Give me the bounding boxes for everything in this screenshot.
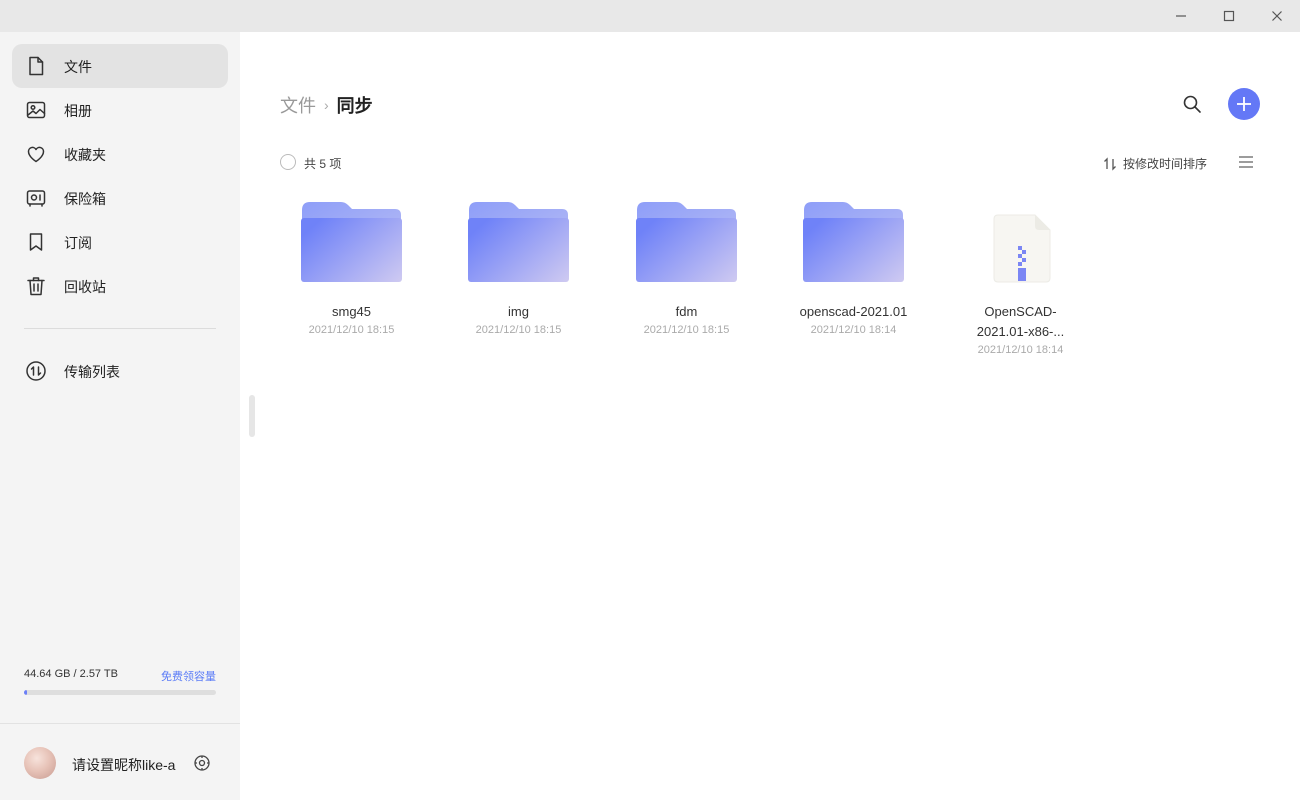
file-date: 2021/12/10 18:15 bbox=[475, 324, 562, 336]
sidebar: 文件 相册 收藏夹 保险箱 订阅 回收站 传输列表 44.64 GB / 2.5… bbox=[0, 32, 240, 800]
zip-file-icon bbox=[993, 214, 1051, 283]
folder-icon bbox=[803, 202, 904, 282]
file-name: OpenSCAD- 2021.01-x86-... bbox=[976, 304, 1065, 339]
sidebar-item-subscriptions[interactable]: 订阅 bbox=[12, 220, 228, 264]
storage-usage: 44.64 GB / 2.57 TB bbox=[24, 668, 118, 680]
minimize-button[interactable] bbox=[1158, 0, 1204, 32]
breadcrumb: 文件 › 同步 bbox=[280, 92, 373, 118]
heart-icon bbox=[25, 143, 47, 165]
close-button[interactable] bbox=[1254, 0, 1300, 32]
sidebar-item-label: 文件 bbox=[64, 59, 92, 75]
transfer-icon bbox=[25, 360, 47, 382]
sort-label: 按修改时间排序 bbox=[1123, 157, 1208, 171]
file-icon bbox=[25, 55, 47, 77]
file-item[interactable]: openscad-2021.01 2021/12/10 18:14 bbox=[770, 192, 937, 372]
file-date: 2021/12/10 18:14 bbox=[810, 324, 897, 336]
sidebar-item-transfer[interactable]: 传输列表 bbox=[12, 349, 228, 393]
storage-progress-fill bbox=[24, 690, 28, 695]
sort-button[interactable]: 按修改时间排序 bbox=[1103, 155, 1207, 172]
select-all-checkbox[interactable] bbox=[280, 154, 296, 170]
sidebar-divider bbox=[24, 328, 216, 329]
breadcrumb-separator: › bbox=[324, 97, 329, 113]
item-count: 共 5 项 bbox=[304, 157, 342, 171]
sidebar-item-favorites[interactable]: 收藏夹 bbox=[12, 132, 228, 176]
sidebar-item-album[interactable]: 相册 bbox=[12, 88, 228, 132]
safe-icon bbox=[25, 187, 47, 209]
file-item[interactable]: img 2021/12/10 18:15 bbox=[435, 192, 602, 372]
bookmark-icon bbox=[25, 231, 47, 253]
sidebar-item-label: 收藏夹 bbox=[64, 147, 106, 163]
breadcrumb-parent[interactable]: 文件 bbox=[280, 92, 316, 118]
list-view-toggle[interactable] bbox=[1238, 155, 1254, 169]
minimize-icon bbox=[1176, 15, 1186, 17]
file-item[interactable]: fdm 2021/12/10 18:15 bbox=[603, 192, 770, 372]
free-capacity-link[interactable]: 免费领容量 bbox=[161, 668, 216, 684]
file-name: fdm bbox=[675, 304, 698, 319]
search-icon bbox=[1183, 95, 1201, 113]
maximize-button[interactable] bbox=[1206, 0, 1252, 32]
trash-icon bbox=[25, 275, 47, 297]
sidebar-item-label: 保险箱 bbox=[64, 191, 106, 207]
settings-icon[interactable] bbox=[193, 754, 211, 772]
sort-icon bbox=[1104, 156, 1116, 171]
sidebar-item-label: 传输列表 bbox=[64, 364, 120, 380]
search-button[interactable] bbox=[1181, 93, 1203, 115]
sidebar-item-trash[interactable]: 回收站 bbox=[12, 264, 228, 308]
maximize-icon bbox=[1223, 10, 1235, 22]
file-name: img bbox=[508, 304, 529, 319]
file-name: openscad-2021.01 bbox=[799, 304, 908, 319]
file-item[interactable]: OpenSCAD- 2021.01-x86-... 2021/12/10 18:… bbox=[937, 192, 1104, 372]
file-date: 2021/12/10 18:15 bbox=[308, 324, 395, 336]
folder-icon bbox=[301, 202, 402, 282]
list-icon bbox=[1239, 156, 1253, 168]
sidebar-item-label: 回收站 bbox=[64, 279, 106, 295]
sidebar-item-safe[interactable]: 保险箱 bbox=[12, 176, 228, 220]
file-date: 2021/12/10 18:15 bbox=[643, 324, 730, 336]
breadcrumb-current: 同步 bbox=[336, 96, 373, 116]
sidebar-resize-handle[interactable] bbox=[249, 395, 255, 437]
title-bar bbox=[0, 0, 1300, 32]
file-item[interactable]: smg45 2021/12/10 18:15 bbox=[268, 192, 435, 372]
sidebar-item-files[interactable]: 文件 bbox=[12, 44, 228, 88]
username: 请设置昵称like-a bbox=[72, 757, 176, 773]
file-name: smg45 bbox=[331, 304, 372, 319]
close-icon bbox=[1272, 11, 1282, 21]
avatar[interactable] bbox=[24, 747, 56, 779]
folder-icon bbox=[636, 202, 737, 282]
sidebar-item-label: 相册 bbox=[64, 103, 92, 119]
image-icon bbox=[25, 99, 47, 121]
storage-progress-bar bbox=[24, 690, 216, 695]
plus-icon bbox=[1237, 97, 1251, 111]
add-button[interactable] bbox=[1228, 88, 1260, 120]
file-date: 2021/12/10 18:14 bbox=[977, 344, 1064, 356]
folder-icon bbox=[468, 202, 569, 282]
sidebar-item-label: 订阅 bbox=[64, 235, 92, 251]
sidebar-bottom-divider bbox=[0, 723, 240, 724]
